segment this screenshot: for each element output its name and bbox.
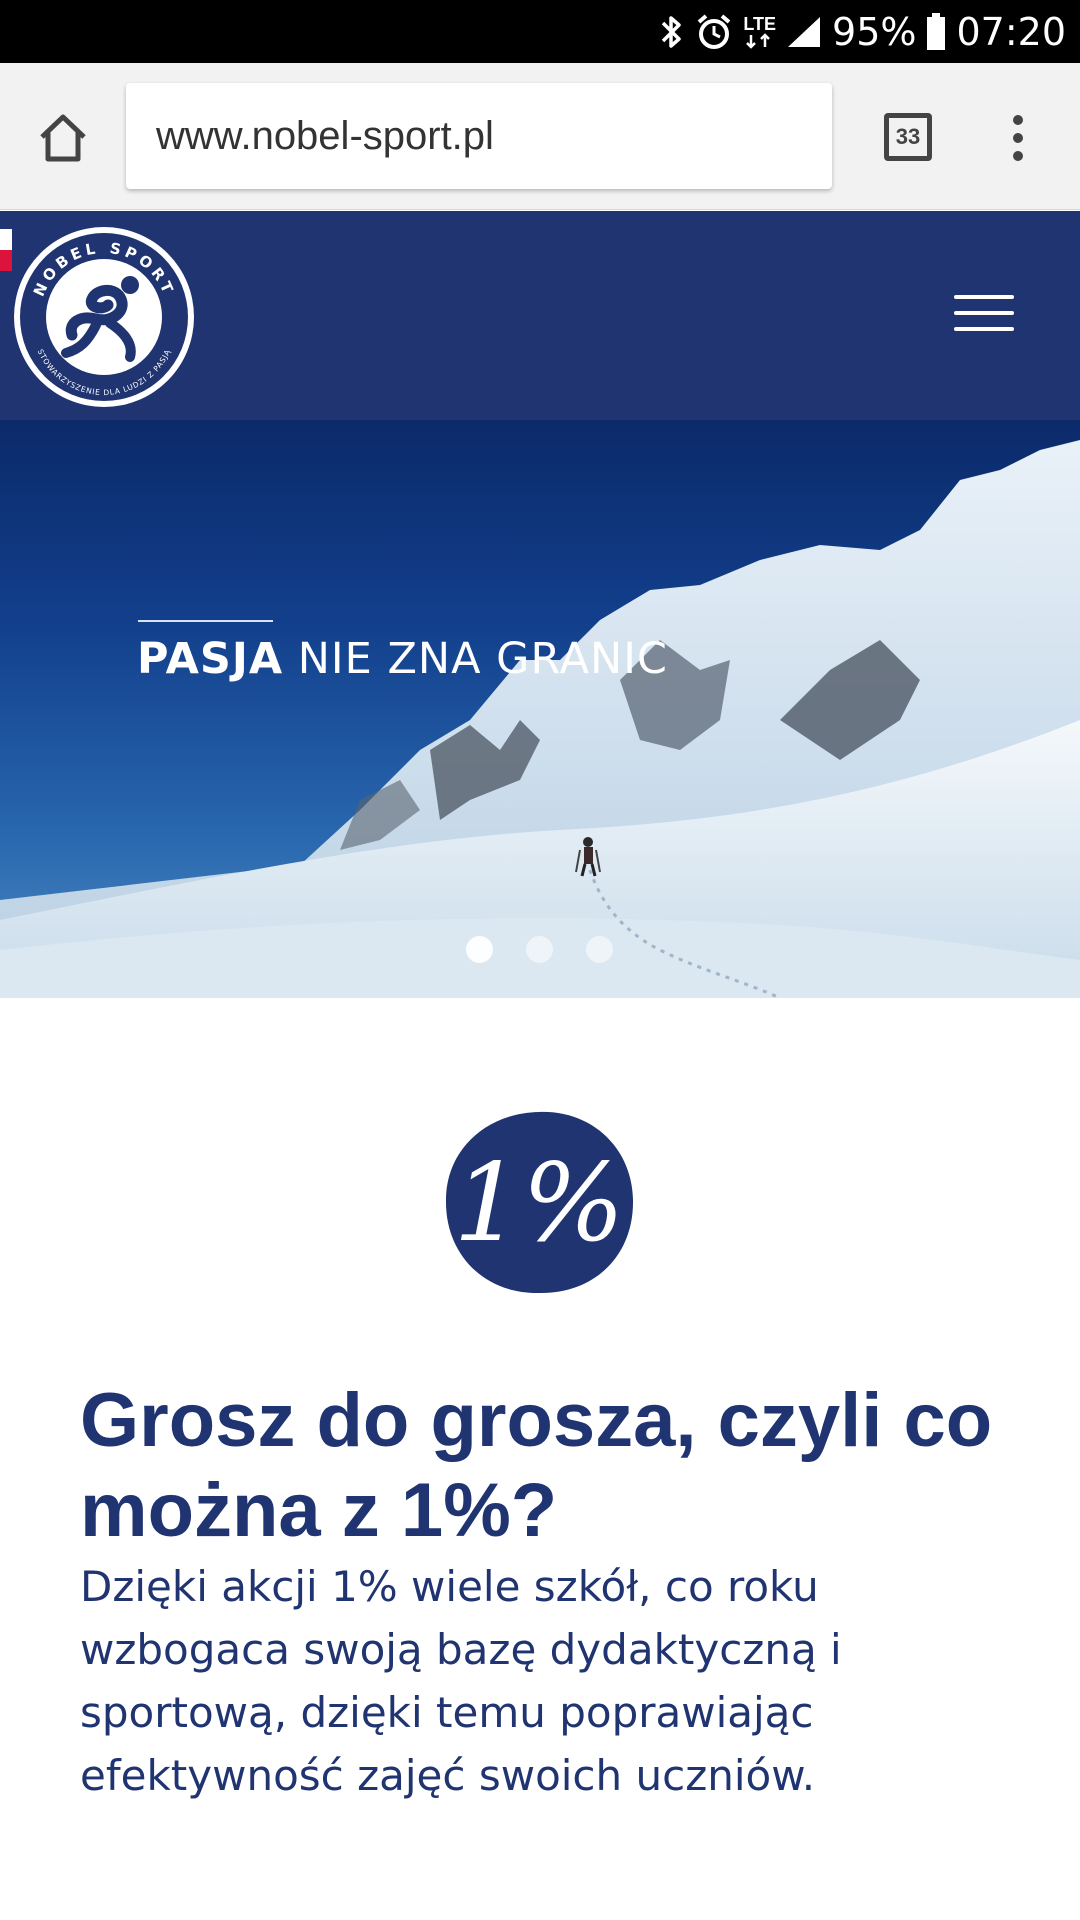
browser-toolbar: www.nobel-sport.pl 33 [0, 63, 1080, 210]
hero-headline-rest: NIE ZNA GRANIC [283, 634, 668, 684]
slide-dot-3[interactable] [586, 936, 613, 963]
home-icon[interactable] [36, 111, 90, 165]
slider-dots [466, 936, 613, 963]
battery-percent: 95% [832, 9, 917, 54]
lte-icon: LTE [743, 15, 776, 49]
badge-text: 1% [453, 1141, 624, 1266]
status-bar: LTE 95% 07:20 [0, 0, 1080, 63]
hamburger-menu-icon[interactable] [954, 295, 1014, 335]
nobel-sport-logo[interactable]: NOBEL SPORT STOWARZYSZENIE DLA LUDZI Z P… [10, 223, 198, 411]
address-bar[interactable]: www.nobel-sport.pl [126, 83, 832, 189]
clock: 07:20 [956, 9, 1066, 54]
slide-dot-1[interactable] [466, 936, 493, 963]
section-body: Dzięki akcji 1% wiele szkół, co roku wzb… [80, 1562, 842, 1800]
tabs-icon[interactable]: 33 [884, 113, 932, 161]
mountain-image [0, 440, 1080, 998]
url-text: www.nobel-sport.pl [156, 113, 494, 158]
site-header: NOBEL SPORT STOWARZYSZENIE DLA LUDZI Z P… [0, 211, 1080, 420]
hero-slider[interactable]: PASJA NIE ZNA GRANIC [0, 420, 1080, 998]
signal-icon [788, 16, 821, 47]
slide-dot-2[interactable] [526, 936, 553, 963]
hero-headline: PASJA NIE ZNA GRANIC [137, 634, 668, 684]
bluetooth-icon [662, 15, 682, 48]
overflow-menu-icon[interactable] [1006, 114, 1030, 162]
hero-divider [138, 620, 273, 622]
battery-icon [927, 12, 946, 50]
one-percent-badge: 1% [445, 1111, 634, 1294]
alarm-icon [698, 13, 731, 49]
tab-count: 33 [895, 124, 921, 149]
section-title: Grosz do grosza, czyli co można z 1%? [80, 1378, 993, 1553]
hero-headline-bold: PASJA [137, 634, 284, 684]
